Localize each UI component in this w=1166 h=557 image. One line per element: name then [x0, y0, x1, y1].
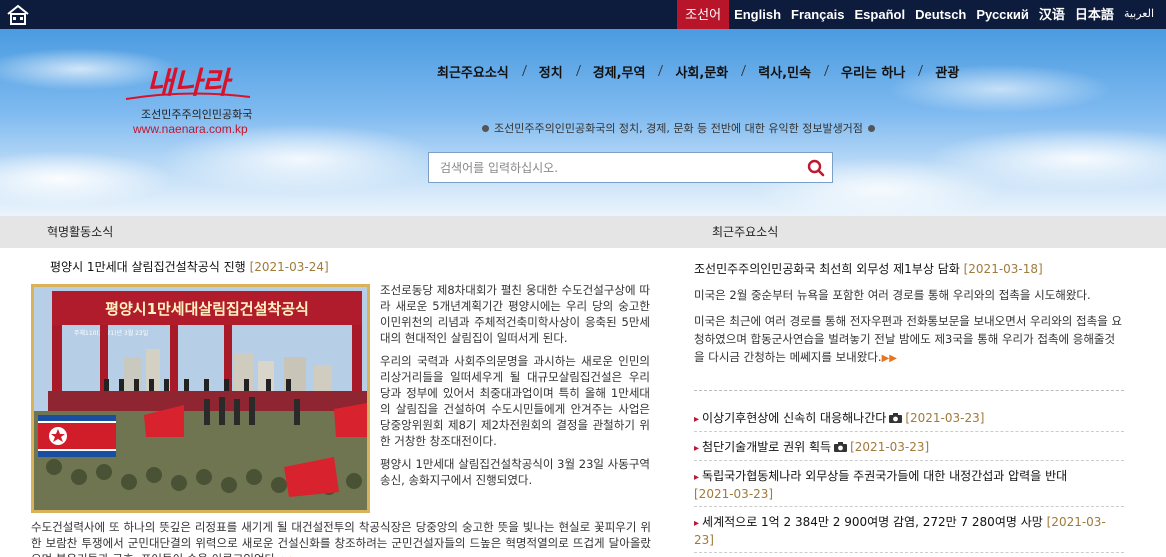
hero-banner: 내나라 조선민주주의인민공화국 www.naenara.com.kp 최근주요소… — [0, 29, 1166, 216]
lang-russian[interactable]: Русский — [971, 0, 1034, 29]
naenara-logo[interactable]: 내나라 — [118, 59, 258, 105]
ceremony-photo: 평양시1만세대살림집건설착공식 주체110(2021)년 3월 23일 — [34, 287, 367, 510]
article-body: 조선로동당 제8차대회가 펼친 웅대한 수도건설구상에 따라 새로운 5개년계획… — [380, 282, 650, 495]
news-item-title: 독립국가협동체나라 외무상들 주권국가들에 대한 내정간섭과 압력을 반대 — [702, 469, 1068, 483]
lang-korean[interactable]: 조선어 — [677, 0, 730, 29]
search-input[interactable] — [429, 153, 799, 182]
camera-icon — [834, 442, 848, 452]
bullet-dot-icon — [867, 124, 875, 132]
lang-spanish[interactable]: Español — [850, 0, 911, 29]
article-continuation: 수도건설력사에 또 하나의 뜻깊은 리정표를 새기게 될 대건설전투의 착공식장… — [31, 519, 651, 557]
nav-latest-news[interactable]: 최근주요소식 — [422, 62, 524, 81]
nav-tourism[interactable]: 관광 — [920, 62, 974, 81]
bullet-arrow-icon: ▸ — [694, 443, 700, 454]
article-title: 평양시 1만세대 살림집건설착공식 진행 — [50, 260, 246, 274]
article-paragraph: 평양시 1만세대 살림집건설착공식이 3월 23일 사동구역 송신, 송화지구에… — [380, 457, 650, 487]
nav-economy-trade[interactable]: 경제,무역 — [578, 62, 661, 81]
featured-paragraph: 미국은 2월 중순부터 뉴욕을 포함한 여러 경로를 통해 우리와의 접촉을 시… — [694, 288, 1091, 302]
featured-paragraph: 미국은 최근에 여러 경로를 통해 전자우편과 전화통보문을 보내오면서 우리와… — [694, 312, 1124, 368]
dprk-flag — [38, 415, 116, 457]
news-item-date: [2021-03-23] — [905, 411, 985, 425]
hero-subtitle: 조선민주주의인민공화국의 정치, 경제, 문화 등 전반에 대한 유익한 정보발… — [482, 120, 875, 136]
article-paragraph: 조선로동당 제8차대회가 펼친 웅대한 수도건설구상에 따라 새로운 5개년계획… — [380, 283, 650, 345]
read-more-arrow-icon[interactable]: ▶▶ — [882, 353, 897, 364]
nav-society-culture[interactable]: 사회,문화 — [660, 62, 743, 81]
article-photo[interactable]: 평양시1만세대살림집건설착공식 주체110(2021)년 3월 23일 — [31, 284, 370, 513]
news-item-date: [2021-03-23] — [850, 440, 930, 454]
news-item-title: 이상기후현상에 신속히 대응해나간다 — [702, 411, 887, 425]
lang-arabic[interactable]: العربية — [1119, 0, 1166, 29]
hero-subtitle-text: 조선민주주의인민공화국의 정치, 경제, 문화 등 전반에 대한 유익한 정보발… — [494, 122, 863, 135]
lang-japanese[interactable]: 日本語 — [1070, 0, 1119, 29]
news-list-item[interactable]: ▸ 세계적으로 1억 2 384만 2 900여명 감염, 272만 7 280여… — [694, 507, 1124, 553]
article-date: [2021-03-24] — [249, 260, 329, 274]
featured-news-link[interactable]: 조선민주주의인민공화국 최선희 외무성 제1부상 담화 [2021-03-18] — [694, 260, 1134, 277]
main-nav: 최근주요소식 정치 경제,무역 사회,문화 력사,민속 우리는 하나 관광 — [422, 62, 974, 81]
news-list-item[interactable]: ▸ 이상기후현상에 신속히 대응해나간다 [2021-03-23] — [694, 403, 1124, 432]
bullet-dot-icon — [482, 124, 489, 132]
featured-news-title: 조선민주주의인민공화국 최선희 외무성 제1부상 담화 — [694, 262, 960, 276]
lang-german[interactable]: Deutsch — [910, 0, 971, 29]
section-header-revolutionary-news: 혁명활동소식 — [0, 216, 675, 248]
news-item-title: 세계적으로 1억 2 384만 2 900여명 감염, 272만 7 280여명… — [702, 515, 1043, 529]
lang-english[interactable]: English — [729, 0, 786, 29]
news-list-item[interactable]: ▸ 독립국가협동체나라 외무상들 주권국가들에 대한 내정간섭과 압력을 반대 [2… — [694, 461, 1124, 507]
top-bar: 조선어 English Français Español Deutsch Рус… — [0, 0, 1166, 29]
lang-french[interactable]: Français — [786, 0, 849, 29]
featured-paragraph-text: 미국은 최근에 여러 경로를 통해 전자우편과 전화통보문을 보내오면서 우리와… — [694, 314, 1123, 364]
article-paragraph: 우리의 국력과 사회주의문명을 과시하는 새로운 인민의 리상거리들을 일떠세우… — [380, 354, 650, 448]
bullet-arrow-icon: ▸ — [694, 472, 700, 483]
photo-banner-date: 주체110(2021)년 3월 23일 — [74, 329, 148, 337]
news-item-date: [2021-03-23] — [694, 487, 774, 501]
camera-icon — [889, 413, 903, 423]
site-url[interactable]: www.naenara.com.kp — [133, 122, 248, 136]
nav-politics[interactable]: 정치 — [524, 62, 578, 81]
language-selector: 조선어 English Français Español Deutsch Рус… — [677, 0, 1166, 29]
article-paragraph: 수도건설력사에 또 하나의 뜻깊은 리정표를 새기게 될 대건설전투의 착공식장… — [31, 520, 651, 557]
divider — [694, 390, 1124, 391]
featured-news-date: [2021-03-18] — [963, 262, 1043, 276]
news-list-item[interactable]: ▸ 첨단기술개발로 권위 획득 [2021-03-23] — [694, 432, 1124, 461]
news-item-title: 첨단기술개발로 권위 획득 — [702, 440, 832, 454]
bullet-arrow-icon: ▸ — [694, 414, 700, 425]
featured-news-body: 미국은 2월 중순부터 뉴욕을 포함한 여러 경로를 통해 우리와의 접촉을 시… — [694, 286, 1124, 376]
nav-history-folk[interactable]: 력사,민속 — [743, 62, 826, 81]
nav-we-are-one[interactable]: 우리는 하나 — [826, 62, 920, 81]
article-title-link[interactable]: 평양시 1만세대 살림집건설착공식 진행 [2021-03-24] — [50, 258, 329, 275]
section-header-latest-news: 최근주요소식 — [675, 216, 1166, 248]
bullet-arrow-icon: ▸ — [694, 518, 700, 529]
home-icon[interactable] — [6, 4, 30, 25]
news-list: ▸ 이상기후현상에 신속히 대응해나간다 [2021-03-23] ▸ 첨단기술개발로… — [694, 403, 1124, 553]
search-icon[interactable] — [806, 158, 826, 178]
lang-chinese[interactable]: 汉语 — [1034, 0, 1070, 29]
brand-tagline: 조선민주주의인민공화국 — [141, 108, 253, 121]
search-box — [428, 152, 833, 183]
photo-banner-text: 평양시1만세대살림집건설착공식 — [105, 300, 309, 318]
